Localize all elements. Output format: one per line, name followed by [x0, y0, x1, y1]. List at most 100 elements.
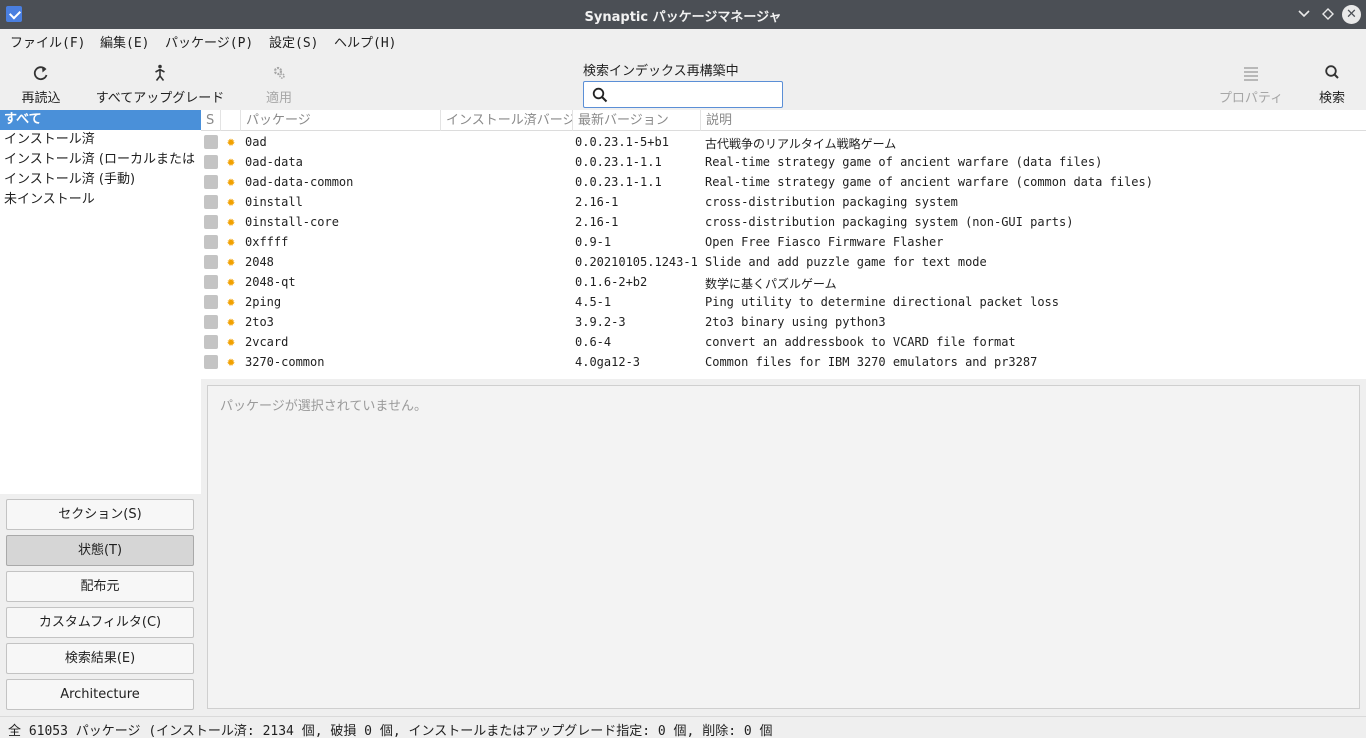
package-name: 2to3 [245, 315, 274, 329]
table-row[interactable]: ✹ 2ping 4.5-1 Ping utility to determine dir… [201, 292, 1366, 312]
table-row[interactable]: ✹ 0ad 0.0.23.1-5+b1 古代戦争のリアルタイム戦略ゲーム [201, 132, 1366, 152]
apply-label: 適用 [265, 91, 292, 106]
supported-badge-icon: ✹ [226, 214, 236, 230]
properties-button[interactable]: プロパティ [1214, 52, 1288, 110]
package-name: 2048 [245, 255, 274, 269]
package-checkbox[interactable] [204, 195, 218, 209]
package-latest-version: 2.16-1 [575, 215, 619, 229]
supported-badge-icon: ✹ [226, 134, 236, 150]
package-description: Open Free Fiasco Firmware Flasher [705, 235, 944, 249]
close-icon[interactable]: ✕ [1342, 5, 1361, 24]
package-description: cross-distribution packaging system (non… [705, 215, 1074, 229]
table-row[interactable]: ✹ 0xffff 0.9-1 Open Free Fiasco Firmware Fl… [201, 232, 1366, 252]
menu-help[interactable]: ヘルプ(H) [334, 32, 396, 51]
filter-list: すべて インストール済 インストール済 (ローカルまたは インストール済 (手動… [0, 110, 201, 494]
column-package[interactable]: パッケージ [241, 110, 441, 131]
maximize-icon[interactable] [1318, 4, 1338, 24]
title-bar: Synaptic パッケージマネージャ ✕ [0, 0, 1366, 29]
package-checkbox[interactable] [204, 335, 218, 349]
table-row[interactable]: ✹ 2to3 3.9.2-3 2to3 binary using python3 [201, 312, 1366, 332]
filter-item-installed-manual[interactable]: インストール済 (手動) [0, 170, 201, 190]
status-bar: 全 61053 パッケージ (インストール済: 2134 個, 破損 0 個, … [0, 716, 1366, 738]
filter-item-installed-local[interactable]: インストール済 (ローカルまたは [0, 150, 201, 170]
package-checkbox[interactable] [204, 295, 218, 309]
package-table: S パッケージ インストール済バージョン 最新バージョン 説明 ✹ 0ad 0.0.… [201, 110, 1366, 379]
sections-button[interactable]: セクション(S) [6, 499, 194, 530]
column-status[interactable]: S [201, 110, 221, 131]
package-description: Ping utility to determine directional pa… [705, 295, 1060, 309]
menu-file[interactable]: ファイル(F) [10, 32, 85, 51]
supported-badge-icon: ✹ [226, 254, 236, 270]
reload-button[interactable]: 再読込 [14, 52, 68, 110]
package-description: Common files for IBM 3270 emulators and … [705, 355, 1038, 369]
package-checkbox[interactable] [204, 355, 218, 369]
minimize-icon[interactable] [1294, 4, 1314, 24]
supported-badge-icon: ✹ [226, 194, 236, 210]
column-latest-version[interactable]: 最新バージョン [573, 110, 701, 131]
package-name: 0xffff [245, 235, 289, 249]
table-row[interactable]: ✹ 0install-core 2.16-1 cross-distribution p… [201, 212, 1366, 232]
search-field[interactable] [583, 81, 783, 108]
package-checkbox[interactable] [204, 135, 218, 149]
table-row[interactable]: ✹ 2048 0.20210105.1243-1 Slide and add puzz… [201, 252, 1366, 272]
package-checkbox[interactable] [204, 275, 218, 289]
apply-button[interactable]: 適用 [258, 52, 300, 110]
package-description: Real-time strategy game of ancient warfa… [705, 175, 1153, 189]
package-checkbox[interactable] [204, 255, 218, 269]
upgrade-all-button[interactable]: すべてアップグレード [92, 52, 228, 110]
table-row[interactable]: ✹ 2vcard 0.6-4 convert an addressbook to VC… [201, 332, 1366, 352]
reload-label: 再読込 [21, 91, 61, 106]
package-description: convert an addressbook to VCARD file for… [705, 335, 1016, 349]
table-row[interactable]: ✹ 3270-common 4.0ga12-3 Common files for IB… [201, 352, 1366, 372]
table-row[interactable]: ✹ 0ad-data-common 0.0.23.1-1.1 Real-time st… [201, 172, 1366, 192]
filter-item-installed[interactable]: インストール済 [0, 130, 201, 150]
search-results-button[interactable]: 検索結果(E) [6, 643, 194, 674]
properties-icon [1244, 67, 1258, 81]
package-description: Slide and add puzzle game for text mode [705, 255, 987, 269]
menu-bar: ファイル(F) 編集(E) パッケージ(P) 設定(S) ヘルプ(H) [0, 29, 1366, 52]
package-checkbox[interactable] [204, 175, 218, 189]
gear-icon [273, 66, 285, 79]
table-row[interactable]: ✹ 0install 2.16-1 cross-distribution packag… [201, 192, 1366, 212]
supported-badge-icon: ✹ [226, 314, 236, 330]
origin-button[interactable]: 配布元 [6, 571, 194, 602]
package-latest-version: 0.20210105.1243-1 [575, 255, 697, 269]
supported-badge-icon: ✹ [226, 354, 236, 370]
column-installed-version[interactable]: インストール済バージョン [441, 110, 573, 131]
package-name: 0ad-data-common [245, 175, 354, 189]
no-package-selected-text: パッケージが選択されていません。 [220, 399, 427, 414]
supported-badge-icon: ✹ [226, 294, 236, 310]
package-name: 2048-qt [245, 275, 296, 289]
search-button-label: 検索 [1318, 91, 1345, 106]
menu-edit[interactable]: 編集(E) [100, 32, 149, 51]
table-row[interactable]: ✹ 2048-qt 0.1.6-2+b2 数学に基くパズルゲーム [201, 272, 1366, 292]
search-status-label: 検索インデックス再構築中 [583, 64, 739, 79]
table-row[interactable]: ✹ 0ad-data 0.0.23.1-1.1 Real-time strategy … [201, 152, 1366, 172]
filter-item-all[interactable]: すべて [0, 110, 201, 130]
architecture-button[interactable]: Architecture [6, 679, 194, 710]
menu-settings[interactable]: 設定(S) [269, 32, 318, 51]
upgrade-all-label: すべてアップグレード [95, 91, 225, 106]
status-button[interactable]: 状態(T) [6, 535, 194, 566]
package-name: 3270-common [245, 355, 325, 369]
custom-filter-button[interactable]: カスタムフィルタ(C) [6, 607, 194, 638]
package-name: 0ad [245, 135, 267, 149]
package-checkbox[interactable] [204, 315, 218, 329]
package-checkbox[interactable] [204, 215, 218, 229]
menu-package[interactable]: パッケージ(P) [165, 32, 253, 51]
package-description: 2to3 binary using python3 [705, 315, 886, 329]
column-description[interactable]: 説明 [701, 110, 1366, 131]
package-description: 数学に基くパズルゲーム [705, 277, 837, 291]
package-detail-pane: パッケージが選択されていません。 [207, 385, 1360, 709]
window-title: Synaptic パッケージマネージャ [584, 10, 782, 25]
package-name: 2ping [245, 295, 282, 309]
column-badge[interactable] [221, 110, 241, 131]
search-icon [1325, 65, 1339, 79]
package-latest-version: 0.0.23.1-5+b1 [575, 135, 669, 149]
package-checkbox[interactable] [204, 235, 218, 249]
package-latest-version: 0.0.23.1-1.1 [575, 155, 662, 169]
filter-item-not-installed[interactable]: 未インストール [0, 190, 201, 210]
search-button[interactable]: 検索 [1314, 52, 1350, 110]
search-input[interactable] [614, 85, 774, 104]
package-checkbox[interactable] [204, 155, 218, 169]
